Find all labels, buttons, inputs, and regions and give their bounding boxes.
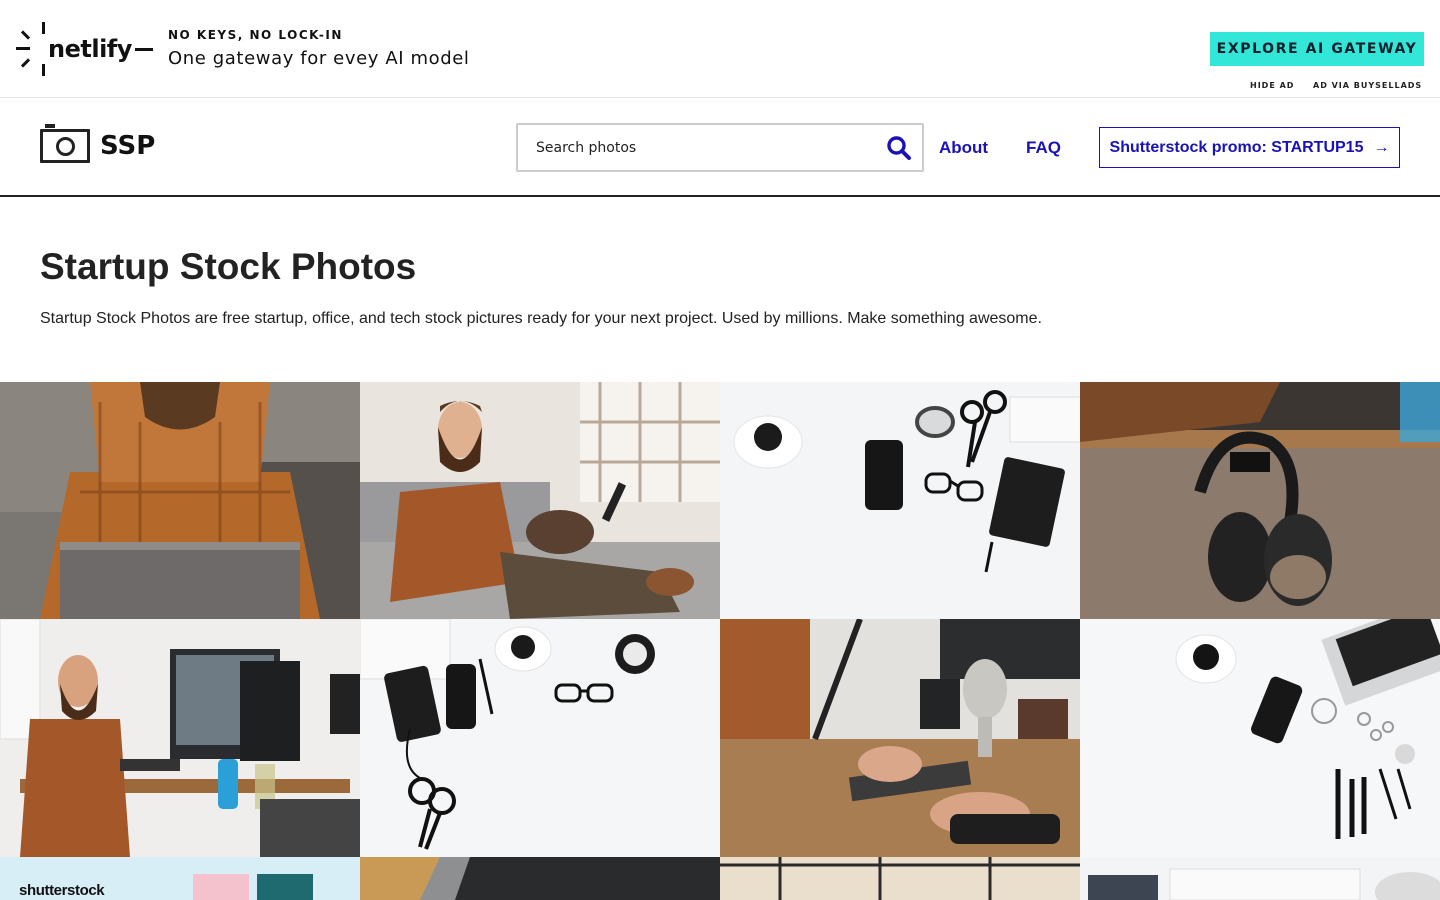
photo-tile[interactable] — [1080, 857, 1440, 900]
page-subtitle: Startup Stock Photos are free startup, o… — [40, 310, 1042, 327]
site-name: SSP — [100, 131, 156, 161]
photo-desk-flatlay-3 — [1080, 619, 1440, 857]
arrow-right-icon: → — [1373, 138, 1390, 156]
netlify-burst-icon — [16, 22, 70, 76]
photo-laptop-keyboard — [360, 857, 720, 900]
photo-desk-flatlay-2 — [360, 619, 720, 857]
photo-tile[interactable] — [1080, 382, 1440, 619]
photo-tile[interactable] — [720, 857, 1080, 900]
search-button[interactable] — [886, 135, 912, 161]
hide-ad-link[interactable]: HIDE AD — [1250, 81, 1294, 90]
netlify-logo[interactable]: netlify — [16, 22, 153, 76]
photo-tile[interactable] — [360, 857, 720, 900]
ad-thumb-pink — [193, 874, 249, 900]
photo-tile[interactable] — [0, 382, 360, 619]
page-title: Startup Stock Photos — [40, 246, 417, 287]
site-header: SSP About FAQ Shutterstock promo: STARTU… — [0, 99, 1440, 197]
ad-thumb-peacock — [257, 874, 313, 900]
photo-keyboard-lamp — [1080, 857, 1440, 900]
ad-tagline: One gateway for evey AI model — [168, 48, 470, 69]
photo-desk-flatlay — [720, 382, 1080, 619]
nav-faq[interactable]: FAQ — [1026, 138, 1061, 158]
photo-man-typing-microphone — [720, 619, 1080, 857]
shutterstock-ad-tile[interactable]: shutterstock — [0, 857, 360, 900]
photo-tile[interactable] — [720, 382, 1080, 619]
photo-man-typing-laptop — [0, 382, 360, 619]
ad-kicker: NO KEYS, NO LOCK-IN — [168, 28, 343, 42]
ad-via-buysellads-link[interactable]: AD VIA BUYSELLADS — [1313, 81, 1422, 90]
camera-icon — [40, 124, 90, 163]
photo-office-window — [720, 857, 1080, 900]
photo-headphones — [1080, 382, 1440, 619]
search-input[interactable] — [536, 137, 876, 159]
shutterstock-logo: shutterstock — [19, 882, 105, 899]
photo-tile[interactable] — [360, 382, 720, 619]
ad-banner: netlify NO KEYS, NO LOCK-IN One gateway … — [0, 0, 1440, 98]
search-icon — [887, 136, 911, 160]
site-logo[interactable]: SSP — [40, 124, 156, 163]
explore-ai-gateway-button[interactable]: EXPLORE AI GATEWAY — [1210, 32, 1424, 66]
photo-grid: shutterstock — [0, 382, 1440, 900]
photo-tile[interactable] — [0, 619, 360, 857]
photo-tile[interactable] — [720, 619, 1080, 857]
search-box — [516, 123, 924, 172]
photo-man-standing-desk — [0, 619, 360, 857]
photo-man-couch-dog — [360, 382, 720, 619]
photo-tile[interactable] — [1080, 619, 1440, 857]
shutterstock-promo-button[interactable]: Shutterstock promo: STARTUP15 → — [1099, 127, 1400, 168]
nav-about[interactable]: About — [939, 138, 988, 158]
netlify-tail — [134, 47, 153, 51]
ad-copy[interactable]: NO KEYS, NO LOCK-IN One gateway for evey… — [168, 28, 470, 69]
promo-label: Shutterstock promo: STARTUP15 — [1109, 138, 1364, 156]
photo-tile[interactable] — [360, 619, 720, 857]
